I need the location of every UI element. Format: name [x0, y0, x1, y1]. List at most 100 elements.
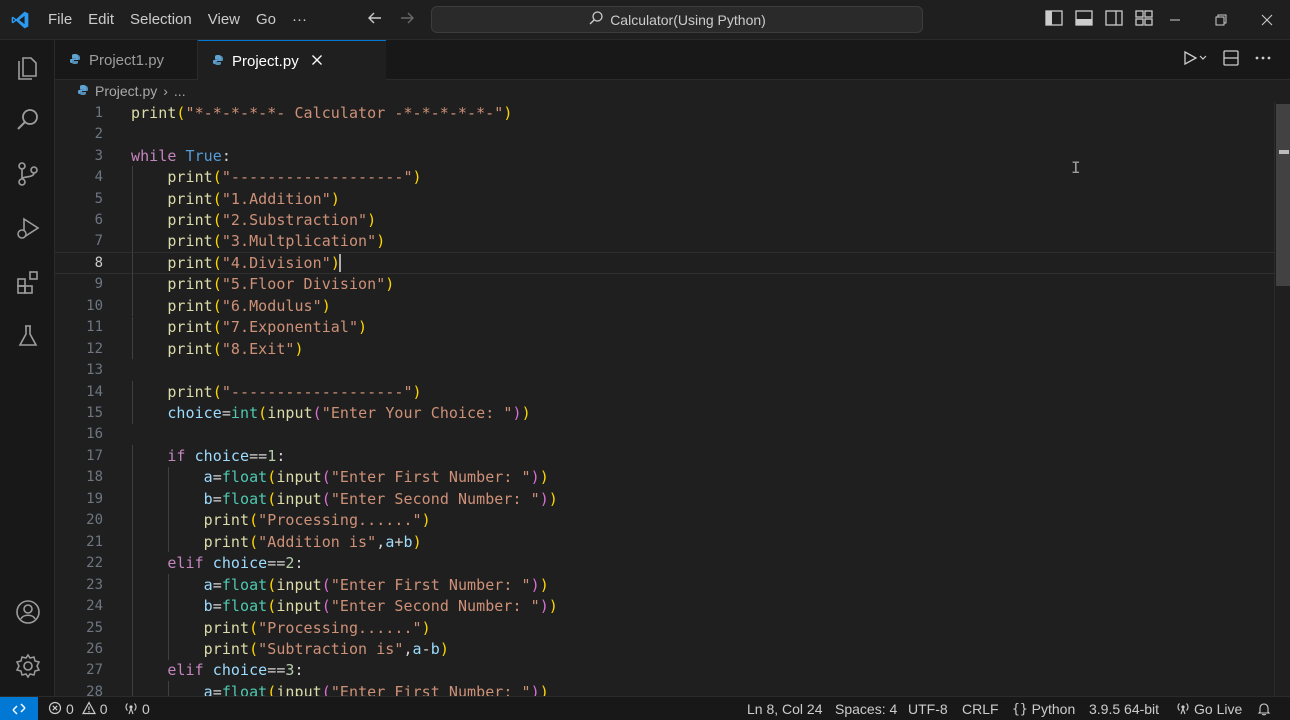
code-line[interactable]: 12 print("8.Exit")	[55, 337, 1275, 360]
end-of-line[interactable]: CRLF	[962, 697, 999, 720]
line-number: 1	[94, 104, 103, 121]
accounts-icon[interactable]	[0, 588, 55, 636]
code-line[interactable]: 1 print("*-*-*-*-*- Calculator -*-*-*-*-*…	[55, 102, 1275, 123]
code-line[interactable]: 5 print("1.Addition")	[55, 187, 1275, 210]
customize-layout-icon[interactable]	[1134, 9, 1154, 32]
code-line[interactable]: 22 elif choice==2:	[55, 552, 1275, 574]
code-line[interactable]: 24 b=float(input("Enter Second Number: "…	[55, 595, 1275, 617]
code-line[interactable]: 21 print("Addition is",a+b)	[55, 531, 1275, 553]
code-line[interactable]: 26 print("Subtraction is",a-b)	[55, 638, 1275, 660]
breadcrumb-symbols[interactable]: ...	[174, 83, 186, 99]
source-control-icon[interactable]	[0, 150, 55, 198]
menu-file[interactable]: File	[40, 0, 80, 40]
settings-gear-icon[interactable]	[0, 642, 55, 690]
ports-indicator[interactable]: 0	[124, 697, 150, 720]
code-line[interactable]: 15 choice=int(input("Enter Your Choice: …	[55, 402, 1275, 424]
remote-window-icon[interactable]	[0, 697, 38, 720]
indent-guide	[132, 380, 133, 403]
code-line[interactable]: 28 a=float(input("Enter First Number: ")…	[55, 681, 1275, 696]
language-label: Python	[1031, 701, 1076, 717]
menu-more[interactable]: ···	[284, 0, 315, 40]
run-and-debug-icon[interactable]	[0, 204, 55, 252]
code-line[interactable]: 20 print("Processing......")	[55, 509, 1275, 531]
forward-arrow-icon[interactable]	[398, 9, 416, 32]
line-number: 10	[86, 297, 103, 314]
back-arrow-icon[interactable]	[366, 9, 384, 32]
notifications-bell-icon[interactable]	[1257, 697, 1271, 720]
cursor-position[interactable]: Ln 8, Col 24	[747, 697, 823, 720]
minimize-icon[interactable]	[1152, 0, 1198, 40]
extensions-icon[interactable]	[0, 258, 55, 306]
command-center-search[interactable]: Calculator(Using Python)	[431, 6, 923, 33]
code-line[interactable]: 13	[55, 359, 1275, 380]
encoding[interactable]: UTF-8	[908, 697, 948, 720]
python-interpreter[interactable]: 3.9.5 64-bit	[1089, 697, 1159, 720]
search-view-icon[interactable]	[0, 96, 55, 144]
menu-view[interactable]: View	[200, 0, 248, 40]
more-actions-icon[interactable]	[1254, 49, 1272, 72]
layout-controls	[1044, 0, 1154, 40]
code-line[interactable]: 18 a=float(input("Enter First Number: ")…	[55, 466, 1275, 489]
indent-guide	[168, 638, 170, 660]
testing-flask-icon[interactable]	[0, 312, 55, 360]
code-text: print("-------------------")	[167, 382, 422, 401]
line-number: 9	[94, 276, 103, 293]
explorer-icon[interactable]	[0, 42, 55, 90]
code-line[interactable]: 27 elif choice==3:	[55, 659, 1275, 682]
problems-indicator[interactable]: 0 0	[48, 697, 108, 720]
vertical-scrollbar[interactable]	[1274, 102, 1290, 696]
tab-project-py[interactable]: Project.py	[198, 40, 386, 81]
run-python-file-icon[interactable]	[1182, 49, 1208, 72]
code-line[interactable]: 2	[55, 123, 1275, 144]
code-line[interactable]: 14 print("-------------------")	[55, 380, 1275, 403]
code-text: print("-------------------")	[167, 168, 422, 187]
code-line[interactable]: 4 print("-------------------")	[55, 166, 1275, 188]
indent-guide	[168, 573, 170, 596]
go-live-button[interactable]: Go Live	[1176, 697, 1242, 720]
code-editor[interactable]: 1 print("*-*-*-*-*- Calculator -*-*-*-*-*…	[55, 102, 1275, 696]
code-line[interactable]: 17 if choice==1:	[55, 445, 1275, 467]
close-tab-icon[interactable]	[311, 53, 323, 70]
indent-guide	[132, 316, 133, 338]
indentation[interactable]: Spaces: 4	[835, 697, 897, 720]
menu-selection[interactable]: Selection	[122, 0, 200, 40]
status-bar: 0 0 0 Ln 8, Col 24 Spaces: 4 UTF-8 CRLF …	[0, 696, 1290, 720]
scrollbar-thumb[interactable]	[1276, 104, 1290, 286]
code-line[interactable]: 25 print("Processing......")	[55, 616, 1275, 639]
menu-go[interactable]: Go	[248, 0, 284, 40]
toggle-panel-icon[interactable]	[1074, 9, 1094, 32]
code-text: print("Subtraction is",a-b)	[203, 639, 449, 658]
error-icon	[48, 701, 62, 718]
code-text: print("Processing......")	[203, 618, 431, 637]
indent-guide	[132, 616, 133, 639]
error-count: 0	[66, 701, 74, 717]
indent-guide	[168, 681, 170, 696]
language-mode[interactable]: {} Python	[1012, 697, 1075, 720]
code-line[interactable]: 7 print("3.Multplication")	[55, 230, 1275, 253]
close-window-icon[interactable]	[1244, 0, 1290, 40]
code-line[interactable]: 23 a=float(input("Enter First Number: ")…	[55, 573, 1275, 596]
toggle-secondary-sidebar-icon[interactable]	[1104, 9, 1124, 32]
line-number: 13	[86, 362, 103, 379]
line-number: 21	[86, 533, 103, 550]
indent-guide	[132, 253, 133, 275]
tab-project1-py[interactable]: Project1.py	[55, 40, 198, 80]
menu-edit[interactable]: Edit	[80, 0, 122, 40]
indent-guide	[132, 209, 133, 231]
code-line[interactable]: 10 print("6.Modulus")	[55, 295, 1275, 317]
toggle-primary-sidebar-icon[interactable]	[1044, 9, 1064, 32]
split-editor-icon[interactable]	[1222, 49, 1240, 72]
code-line[interactable]: 6 print("2.Substraction")	[55, 209, 1275, 231]
breadcrumb-file[interactable]: Project.py	[95, 83, 157, 99]
line-number: 16	[86, 426, 103, 443]
restore-icon[interactable]	[1198, 0, 1244, 40]
code-line[interactable]: 19 b=float(input("Enter Second Number: "…	[55, 488, 1275, 510]
line-number: 22	[86, 555, 103, 572]
indent-guide	[168, 531, 170, 553]
code-line[interactable]: 9 print("5.Floor Division")	[55, 273, 1275, 296]
code-line[interactable]: 16	[55, 424, 1275, 445]
code-line[interactable]: 8 print("4.Division")	[55, 252, 1275, 275]
code-line[interactable]: 3 while True:	[55, 145, 1275, 166]
editor-tab-bar: Project1.py Project.py	[55, 40, 1290, 81]
code-line[interactable]: 11 print("7.Exponential")	[55, 316, 1275, 338]
